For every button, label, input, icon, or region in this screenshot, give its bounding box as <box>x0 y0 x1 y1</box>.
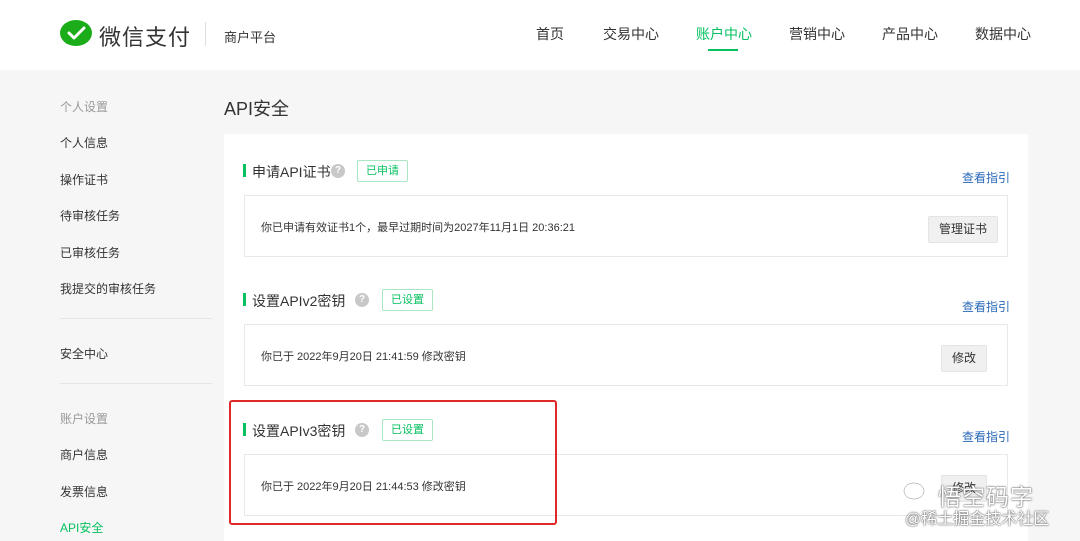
highlight-box <box>229 400 557 525</box>
section-title-api-cert: 申请API证书 <box>252 164 331 180</box>
manage-cert-button[interactable]: 管理证书 <box>928 216 999 243</box>
nav-trade-center[interactable]: 交易中心 <box>603 24 659 44</box>
sidebar-group-personal-settings: 个人设置 <box>60 100 109 114</box>
guide-link-apiv2-key[interactable]: 查看指引 <box>962 298 1010 315</box>
section-marker <box>243 164 246 177</box>
top-header: 微信支付 商户平台 首页 交易中心 账户中心 营销中心 产品中心 数据中心 <box>0 0 1080 70</box>
sidebar-item-my-submitted[interactable]: 我提交的审核任务 <box>60 280 156 297</box>
section-title-apiv2-key: 设置APIv2密钥 <box>252 293 346 309</box>
info-box-api-cert: 你已申请有效证书1个，最早过期时间为2027年11月1日 20:36:21 管理… <box>244 195 1008 257</box>
nav-data-center[interactable]: 数据中心 <box>975 24 1031 44</box>
page-title: API安全 <box>224 99 290 119</box>
sidebar-item-pending-review[interactable]: 待审核任务 <box>60 207 120 224</box>
nav-product-center[interactable]: 产品中心 <box>882 24 938 44</box>
nav-account-center[interactable]: 账户中心 <box>696 24 752 44</box>
nav-marketing-center[interactable]: 营销中心 <box>789 24 845 44</box>
wechat-watermark-icon <box>903 482 931 502</box>
sidebar-group-account-settings: 账户设置 <box>60 412 109 426</box>
sidebar-divider <box>60 383 212 384</box>
info-box-apiv2-key: 你已于 2022年9月20日 21:41:59 修改密钥 修改 <box>244 324 1008 386</box>
modify-apiv2-key-button[interactable]: 修改 <box>941 345 988 372</box>
help-icon[interactable]: ? <box>355 293 369 307</box>
nav-home[interactable]: 首页 <box>536 24 564 44</box>
info-text-apiv2-key: 你已于 2022年9月20日 21:41:59 修改密钥 <box>261 351 466 363</box>
sidebar-divider <box>60 318 212 319</box>
info-text-api-cert: 你已申请有效证书1个，最早过期时间为2027年11月1日 20:36:21 <box>261 222 575 234</box>
sidebar-item-merchant-info[interactable]: 商户信息 <box>60 446 108 463</box>
guide-link-apiv3-key[interactable]: 查看指引 <box>962 428 1010 445</box>
sidebar-item-api-security[interactable]: API安全 <box>60 519 103 536</box>
platform-name: 商户平台 <box>224 30 277 45</box>
sidebar-item-reviewed[interactable]: 已审核任务 <box>60 244 120 261</box>
sidebar-item-invoice-info[interactable]: 发票信息 <box>60 483 108 500</box>
watermark-source: @稀土掘金技术社区 <box>905 511 1050 528</box>
wechat-pay-logo-icon[interactable] <box>60 20 92 48</box>
help-icon[interactable]: ? <box>331 164 345 178</box>
active-nav-indicator <box>708 49 738 51</box>
section-marker <box>243 293 246 306</box>
brand-name: 微信支付 <box>99 25 192 50</box>
sidebar-item-security-center[interactable]: 安全中心 <box>60 345 108 362</box>
brand-divider <box>205 22 206 46</box>
status-badge-set: 已设置 <box>382 289 433 311</box>
sidebar-item-personal-info[interactable]: 个人信息 <box>60 134 108 151</box>
guide-link-api-cert[interactable]: 查看指引 <box>962 169 1010 186</box>
sidebar-item-operation-cert[interactable]: 操作证书 <box>60 171 108 188</box>
status-badge-applied: 已申请 <box>357 160 408 182</box>
